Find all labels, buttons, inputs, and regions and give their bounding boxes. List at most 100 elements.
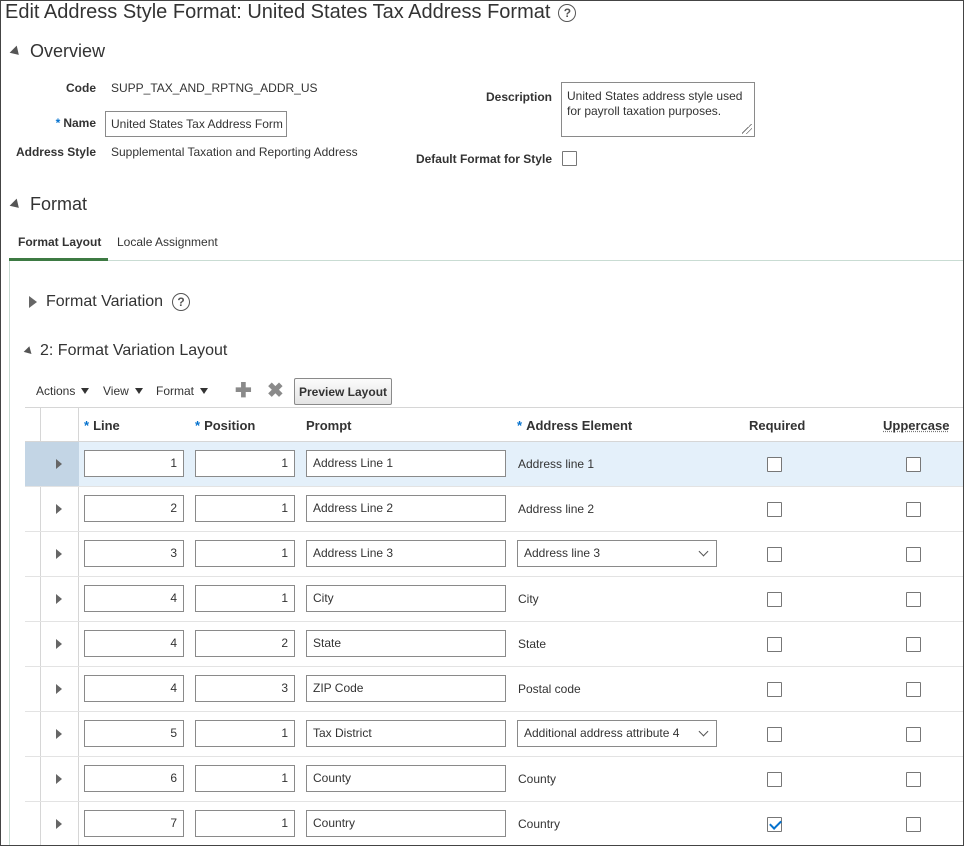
- expand-triangle-icon[interactable]: [29, 296, 37, 308]
- required-checkbox[interactable]: [767, 592, 782, 607]
- position-input[interactable]: 1: [195, 765, 295, 792]
- position-input[interactable]: 2: [195, 630, 295, 657]
- row-disclosure-handle[interactable]: [25, 577, 79, 621]
- required-checkbox[interactable]: [767, 637, 782, 652]
- format-header[interactable]: Format: [9, 194, 87, 215]
- row-disclosure-handle[interactable]: [25, 442, 79, 486]
- row-disclosure-handle[interactable]: [25, 622, 79, 666]
- expand-triangle-icon[interactable]: [56, 459, 62, 469]
- expand-triangle-icon[interactable]: [56, 504, 62, 514]
- uppercase-checkbox[interactable]: [906, 682, 921, 697]
- format-variation-header[interactable]: Format Variation ?: [29, 293, 191, 311]
- line-input[interactable]: 3: [84, 540, 184, 567]
- overview-header[interactable]: Overview: [9, 41, 105, 62]
- table-row[interactable]: 3 1 Address Line 3 Address line 3: [25, 532, 963, 577]
- collapse-triangle-icon[interactable]: [9, 198, 23, 211]
- description-textarea[interactable]: United States address style used for pay…: [561, 82, 755, 137]
- collapse-triangle-icon[interactable]: [9, 45, 23, 58]
- view-menu[interactable]: View: [103, 384, 143, 398]
- row-disclosure-handle[interactable]: [25, 487, 79, 531]
- row-disclosure-handle[interactable]: [25, 532, 79, 576]
- expand-triangle-icon[interactable]: [56, 639, 62, 649]
- uppercase-checkbox[interactable]: [906, 637, 921, 652]
- uppercase-checkbox[interactable]: [906, 817, 921, 832]
- column-header-address-element[interactable]: * Address Element: [517, 418, 632, 433]
- position-input[interactable]: 3: [195, 675, 295, 702]
- help-icon[interactable]: ?: [558, 3, 577, 22]
- add-row-icon[interactable]: ✚: [235, 381, 252, 401]
- column-header-line[interactable]: * Line: [84, 418, 120, 433]
- table-row[interactable]: 1 1 Address Line 1 Address line 1: [25, 442, 963, 487]
- actions-menu[interactable]: Actions: [36, 384, 90, 398]
- position-input[interactable]: 1: [195, 810, 295, 837]
- expand-triangle-icon[interactable]: [56, 549, 62, 559]
- resize-grip-icon[interactable]: [742, 124, 752, 134]
- tab-locale-assignment[interactable]: Locale Assignment: [117, 235, 218, 249]
- line-input[interactable]: 6: [84, 765, 184, 792]
- position-input[interactable]: 1: [195, 450, 295, 477]
- name-input[interactable]: United States Tax Address Form: [105, 111, 287, 137]
- required-checkbox[interactable]: [767, 502, 782, 517]
- line-input[interactable]: 1: [84, 450, 184, 477]
- column-header-uppercase[interactable]: Uppercase: [883, 418, 949, 433]
- uppercase-checkbox[interactable]: [906, 772, 921, 787]
- expand-triangle-icon[interactable]: [56, 819, 62, 829]
- prompt-input[interactable]: Address Line 3: [306, 540, 506, 567]
- prompt-input[interactable]: Tax District: [306, 720, 506, 747]
- prompt-input[interactable]: County: [306, 765, 506, 792]
- uppercase-checkbox[interactable]: [906, 547, 921, 562]
- format-variation-layout-header[interactable]: 2: Format Variation Layout: [23, 342, 227, 360]
- column-header-position[interactable]: * Position: [195, 418, 255, 433]
- help-icon[interactable]: ?: [172, 293, 191, 311]
- required-checkbox[interactable]: [767, 547, 782, 562]
- uppercase-checkbox[interactable]: [906, 502, 921, 517]
- delete-row-icon[interactable]: ✖: [267, 381, 284, 401]
- table-row[interactable]: 5 1 Tax District Additional address attribu…: [25, 712, 963, 757]
- line-input[interactable]: 7: [84, 810, 184, 837]
- line-input[interactable]: 4: [84, 630, 184, 657]
- prompt-input[interactable]: City: [306, 585, 506, 612]
- required-checkbox[interactable]: [767, 457, 782, 472]
- address-element-select[interactable]: Address line 3: [517, 540, 717, 567]
- line-input[interactable]: 5: [84, 720, 184, 747]
- prompt-input[interactable]: Address Line 2: [306, 495, 506, 522]
- prompt-input[interactable]: ZIP Code: [306, 675, 506, 702]
- row-disclosure-handle[interactable]: [25, 757, 79, 801]
- required-checkbox[interactable]: [767, 682, 782, 697]
- collapse-triangle-icon[interactable]: [23, 345, 35, 357]
- required-checkbox[interactable]: [767, 817, 782, 832]
- position-input[interactable]: 1: [195, 585, 295, 612]
- address-element-select[interactable]: Additional address attribute 4: [517, 720, 717, 747]
- line-input[interactable]: 4: [84, 675, 184, 702]
- expand-triangle-icon[interactable]: [56, 774, 62, 784]
- required-checkbox[interactable]: [767, 727, 782, 742]
- line-input[interactable]: 4: [84, 585, 184, 612]
- expand-triangle-icon[interactable]: [56, 684, 62, 694]
- tab-format-layout[interactable]: Format Layout: [18, 235, 101, 249]
- default-format-checkbox[interactable]: [562, 151, 577, 166]
- preview-layout-button[interactable]: Preview Layout: [294, 378, 392, 405]
- row-disclosure-handle[interactable]: [25, 712, 79, 756]
- uppercase-checkbox[interactable]: [906, 457, 921, 472]
- line-input[interactable]: 2: [84, 495, 184, 522]
- prompt-input[interactable]: Address Line 1: [306, 450, 506, 477]
- expand-triangle-icon[interactable]: [56, 729, 62, 739]
- table-row[interactable]: 2 1 Address Line 2 Address line 2: [25, 487, 963, 532]
- table-row[interactable]: 4 3 ZIP Code Postal code: [25, 667, 963, 712]
- table-row[interactable]: 7 1 Country Country: [25, 802, 963, 845]
- position-input[interactable]: 1: [195, 540, 295, 567]
- uppercase-checkbox[interactable]: [906, 592, 921, 607]
- format-menu[interactable]: Format: [156, 384, 209, 398]
- prompt-input[interactable]: Country: [306, 810, 506, 837]
- table-row[interactable]: 4 2 State State: [25, 622, 963, 667]
- table-row[interactable]: 6 1 County County: [25, 757, 963, 802]
- uppercase-checkbox[interactable]: [906, 727, 921, 742]
- prompt-input[interactable]: State: [306, 630, 506, 657]
- required-checkbox[interactable]: [767, 772, 782, 787]
- column-header-required[interactable]: Required: [749, 418, 805, 433]
- table-row[interactable]: 4 1 City City: [25, 577, 963, 622]
- position-input[interactable]: 1: [195, 720, 295, 747]
- expand-triangle-icon[interactable]: [56, 594, 62, 604]
- position-input[interactable]: 1: [195, 495, 295, 522]
- column-header-prompt[interactable]: Prompt: [306, 418, 352, 433]
